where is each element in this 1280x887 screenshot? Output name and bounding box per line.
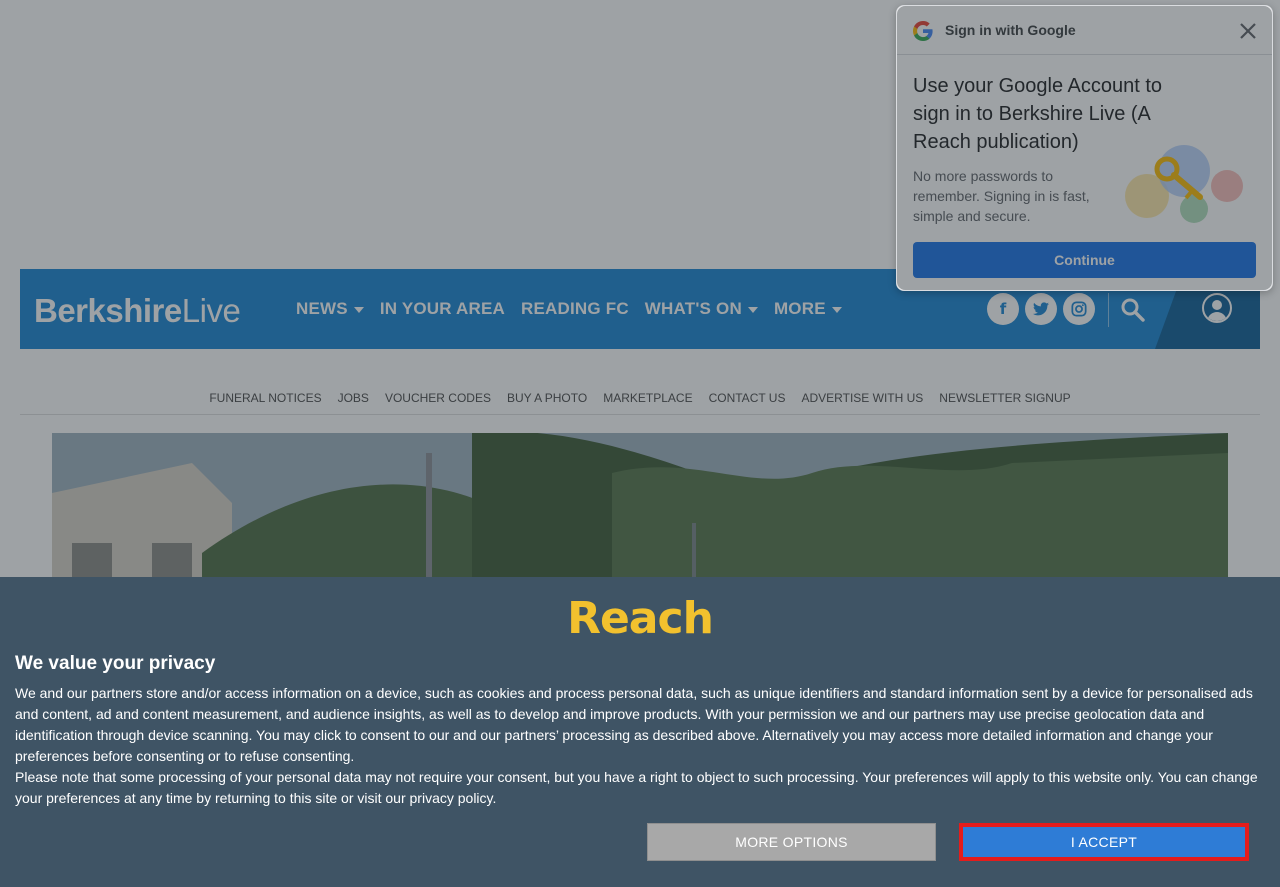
consent-paragraph-2: Please note that some processing of your… bbox=[15, 769, 1258, 806]
consent-title: We value your privacy bbox=[15, 653, 216, 674]
privacy-consent-banner: Reach We value your privacy We and our p… bbox=[0, 577, 1280, 887]
consent-text: We and our partners store and/or access … bbox=[15, 683, 1265, 809]
reach-logo: Reach bbox=[567, 593, 714, 644]
consent-paragraph-1: We and our partners store and/or access … bbox=[15, 685, 1253, 764]
google-signin-overlay bbox=[897, 6, 1272, 290]
more-options-button[interactable]: MORE OPTIONS bbox=[647, 823, 936, 861]
google-signin-popup: Sign in with Google Use your Google Acco… bbox=[896, 5, 1273, 291]
accept-button[interactable]: I ACCEPT bbox=[959, 823, 1249, 861]
